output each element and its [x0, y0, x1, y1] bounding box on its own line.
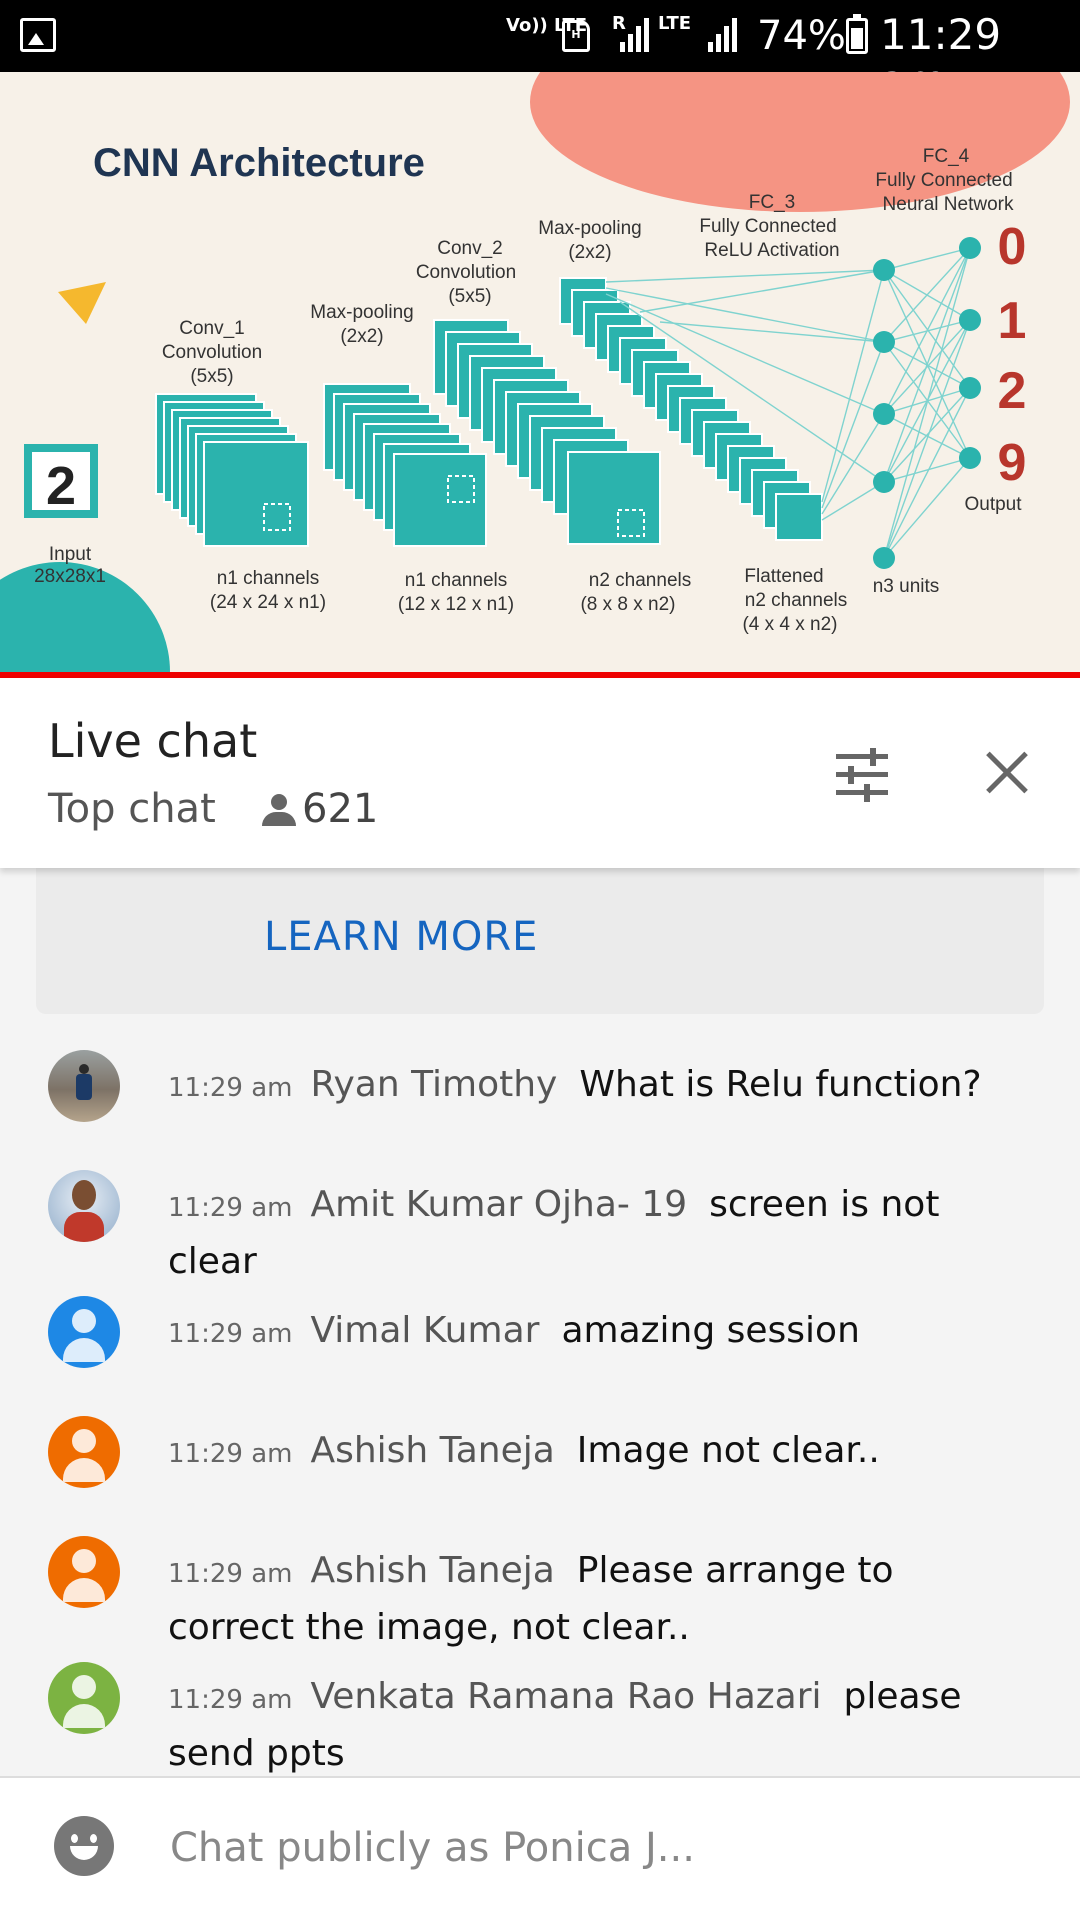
avatar[interactable]: [48, 1536, 120, 1608]
close-icon[interactable]: [982, 748, 1032, 798]
fc3-sub2: ReLU Activation: [704, 240, 839, 261]
message-author[interactable]: Ashish Taneja: [310, 1430, 554, 1471]
message-author[interactable]: Ashish Taneja: [310, 1550, 554, 1591]
promo-card: LEARN MORE: [36, 868, 1044, 1014]
message-time: 11:29 am: [168, 1559, 293, 1589]
top-chat-selector[interactable]: Top chat: [48, 786, 216, 832]
message-time: 11:29 am: [168, 1193, 293, 1223]
signal-bars-2-icon: [700, 18, 744, 52]
ch3-label-b: (8 x 8 x n2): [580, 594, 675, 615]
output-digit-2: 2: [998, 362, 1027, 420]
avatar[interactable]: [48, 1416, 120, 1488]
status-bar: Vo)) LTE H R LTE 74% 11:29 am: [0, 0, 1080, 104]
video-player[interactable]: CNN Architecture 2 Input 28x28x1 0 1 2 9…: [0, 72, 1080, 672]
avatar[interactable]: [48, 1050, 120, 1122]
lte-indicator: LTE: [658, 13, 692, 34]
sim-card-icon: H: [562, 20, 590, 52]
fc4-sub2: Neural Network: [883, 194, 1014, 215]
message-time: 11:29 am: [168, 1685, 293, 1715]
gallery-notification-icon: [20, 18, 56, 52]
output-digit-9: 9: [998, 434, 1027, 492]
battery-percent: 74%: [757, 13, 846, 59]
fc3-sub1: Fully Connected: [699, 216, 836, 237]
pool2-kernel: (2x2): [568, 242, 611, 263]
slide-title: CNN Architecture: [93, 141, 425, 185]
avatar[interactable]: [48, 1662, 120, 1734]
conv1-kernel: (5x5): [190, 366, 233, 387]
learn-more-link[interactable]: LEARN MORE: [264, 914, 538, 960]
message-text: amazing session: [561, 1310, 860, 1351]
input-digit: 2: [46, 456, 76, 516]
decor-triangle: [58, 282, 106, 324]
ch2-label-b: (12 x 12 x n1): [398, 594, 514, 615]
fc4-title: FC_4: [923, 146, 970, 167]
conv2-sub: Convolution: [416, 262, 516, 283]
signal-bars-1-icon: [612, 18, 652, 52]
ch1-label-b: (24 x 24 x n1): [210, 592, 326, 613]
filter-sliders-icon[interactable]: [832, 746, 892, 802]
ch4-label-b: n2 channels: [745, 590, 847, 611]
conv2-kernel: (5x5): [448, 286, 491, 307]
ch4-label-a: Flattened: [744, 566, 823, 587]
conv1-sub: Convolution: [162, 342, 262, 363]
message-text: What is Relu function?: [579, 1064, 982, 1105]
ch3-label-a: n2 channels: [589, 570, 691, 591]
avatar[interactable]: [48, 1170, 120, 1242]
pool1-title: Max-pooling: [310, 302, 414, 323]
fc4-nodes: [959, 237, 981, 469]
message-author[interactable]: Ryan Timothy: [310, 1064, 557, 1105]
viewer-count: 621: [302, 786, 379, 832]
chat-title: Live chat: [48, 714, 258, 768]
message-author[interactable]: Vimal Kumar: [310, 1310, 539, 1351]
decor-blob: [530, 72, 1070, 212]
avatar[interactable]: [48, 1296, 120, 1368]
conv2-title: Conv_2: [437, 238, 503, 259]
message-author[interactable]: Amit Kumar Ojha- 19: [310, 1184, 687, 1225]
n3-label: n3 units: [873, 576, 940, 597]
output-digit-0: 0: [998, 218, 1027, 276]
conv1-stack: [155, 393, 309, 547]
chat-input-bar: [0, 1776, 1080, 1922]
chat-input[interactable]: [168, 1812, 1032, 1884]
message-time: 11:29 am: [168, 1319, 293, 1349]
conv1-title: Conv_1: [179, 318, 245, 339]
input-size: 28x28x1: [34, 566, 106, 587]
message-text: Image not clear..: [576, 1430, 880, 1471]
message-time: 11:29 am: [168, 1439, 293, 1469]
output-digit-1: 1: [998, 292, 1027, 350]
emoji-icon[interactable]: [54, 1816, 114, 1876]
pool1-kernel: (2x2): [340, 326, 383, 347]
viewer-icon: [262, 794, 296, 826]
fc3-title: FC_3: [749, 192, 795, 213]
chat-header: Live chat Top chat 621: [0, 678, 1080, 868]
ch2-label-a: n1 channels: [405, 570, 507, 591]
fc3-nodes: [873, 259, 895, 569]
pool2-title: Max-pooling: [538, 218, 642, 239]
cnn-slide: CNN Architecture 2 Input 28x28x1 0 1 2 9…: [0, 72, 1070, 672]
fc4-sub1: Fully Connected: [875, 170, 1012, 191]
battery-icon: [846, 14, 868, 54]
ch1-label-a: n1 channels: [217, 568, 319, 589]
message-time: 11:29 am: [168, 1073, 293, 1103]
input-label: Input: [49, 544, 92, 565]
output-label: Output: [964, 494, 1022, 515]
message-author[interactable]: Venkata Ramana Rao Hazari: [310, 1676, 821, 1717]
ch4-label-c: (4 x 4 x n2): [742, 614, 837, 635]
